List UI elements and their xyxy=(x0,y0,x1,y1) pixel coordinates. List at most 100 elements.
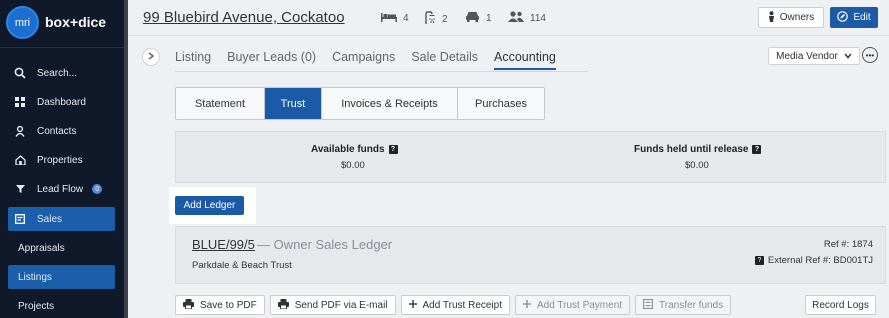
property-address[interactable]: 99 Bluebird Avenue, Cockatoo xyxy=(143,9,345,26)
search-icon xyxy=(13,66,27,80)
sidebar-item-label: Search... xyxy=(37,67,78,79)
ledger-external-ref: ? External Ref #: BD001TJ xyxy=(754,255,873,266)
tabs-underline xyxy=(175,71,588,72)
add-trust-payment-button[interactable]: Add Trust Payment xyxy=(515,295,631,315)
plus-icon xyxy=(523,299,531,311)
sidebar-item-label: Contacts xyxy=(37,125,77,137)
chevron-down-icon xyxy=(844,51,852,62)
accounting-subtabs: Statement Trust Invoices & Receipts Purc… xyxy=(175,87,545,120)
add-trust-receipt-label: Add Trust Receipt xyxy=(422,299,502,311)
owners-button[interactable]: Owners xyxy=(758,7,824,28)
sidebar-item-label: Listings xyxy=(18,271,52,283)
vendor-select-value: Media Vendor xyxy=(776,50,838,62)
person-icon xyxy=(13,124,27,138)
sidebar-item-label: Sales xyxy=(37,213,63,225)
external-ref-text: External Ref #: BD001TJ xyxy=(767,255,873,266)
bathrooms-count: 2 xyxy=(442,13,448,25)
expand-panel-button[interactable] xyxy=(142,48,160,66)
main-content: 99 Bluebird Avenue, Cockatoo 4 2 1 114 O… xyxy=(128,0,889,318)
help-icon[interactable]: ? xyxy=(388,145,398,154)
subtab-statement[interactable]: Statement xyxy=(176,88,265,119)
parking-count: 1 xyxy=(486,12,492,24)
bedrooms-feature: 4 xyxy=(381,11,409,25)
parking-feature: 1 xyxy=(465,11,492,25)
edit-icon xyxy=(837,10,849,25)
ledger-trust-name: Parkdale & Beach Trust xyxy=(192,260,292,271)
held-funds-value: $0.00 xyxy=(685,160,709,171)
bedrooms-count: 4 xyxy=(403,12,409,24)
mri-logo[interactable]: mri xyxy=(6,6,39,39)
held-funds-label: Funds held until release ? xyxy=(634,144,762,155)
ledger-type: — Owner Sales Ledger xyxy=(257,237,393,252)
sidebar-divider xyxy=(0,47,124,48)
sidebar-item-lead-flow[interactable]: Lead Flow 0 xyxy=(8,177,115,201)
sidebar-item-sales[interactable]: Sales xyxy=(8,207,115,231)
send-pdf-email-label: Send PDF via E-mail xyxy=(294,299,388,311)
add-trust-payment-label: Add Trust Payment xyxy=(537,299,623,311)
filter-icon xyxy=(13,182,27,196)
edit-button[interactable]: Edit xyxy=(830,7,878,28)
sidebar-item-listings[interactable]: Listings xyxy=(8,265,115,289)
more-options-button[interactable]: ••• xyxy=(862,47,878,63)
sidebar-item-contacts[interactable]: Contacts xyxy=(8,119,115,143)
ledger-code-link[interactable]: BLUE/99/5 xyxy=(192,237,255,252)
ledger-actions: Save to PDF Send PDF via E-mail Add Trus… xyxy=(175,295,732,315)
property-header: 99 Bluebird Avenue, Cockatoo 4 2 1 114 O… xyxy=(128,0,889,36)
transfer-icon xyxy=(643,298,653,312)
subtab-invoices-receipts[interactable]: Invoices & Receipts xyxy=(322,88,458,119)
tab-campaigns[interactable]: Campaigns xyxy=(332,50,395,70)
add-trust-receipt-button[interactable]: Add Trust Receipt xyxy=(400,295,510,315)
add-ledger-button[interactable]: Add Ledger xyxy=(175,196,244,215)
chevron-right-icon xyxy=(148,52,155,62)
sidebar-item-label: Properties xyxy=(37,154,83,166)
subtab-trust[interactable]: Trust xyxy=(265,88,322,119)
owner-icon xyxy=(768,10,775,25)
help-icon[interactable]: ? xyxy=(752,145,762,154)
sidebar-item-label: Lead Flow xyxy=(37,183,84,195)
people-feature: 114 xyxy=(508,11,546,25)
sidebar-item-properties[interactable]: Properties xyxy=(8,148,115,172)
vendor-select[interactable]: Media Vendor xyxy=(768,47,860,65)
record-logs-button[interactable]: Record Logs xyxy=(805,295,876,315)
available-funds-text: Available funds xyxy=(311,144,385,155)
sidebar: mri box+dice Search... Dashboard Contact… xyxy=(0,0,124,318)
people-count: 114 xyxy=(530,12,546,24)
funds-summary: Available funds ? $0.00 Funds held until… xyxy=(175,131,886,183)
printer-icon xyxy=(277,298,289,312)
transfer-funds-button[interactable]: Transfer funds xyxy=(635,295,732,315)
subtab-purchases[interactable]: Purchases xyxy=(458,88,544,119)
people-icon xyxy=(508,11,524,25)
brand-name: box+dice xyxy=(45,14,107,30)
sidebar-item-label: Projects xyxy=(18,300,55,312)
tab-accounting[interactable]: Accounting xyxy=(494,50,556,70)
available-funds-value: $0.00 xyxy=(341,160,365,171)
printer-icon xyxy=(183,298,194,312)
home-icon xyxy=(13,153,27,167)
sidebar-item-appraisals[interactable]: Appraisals xyxy=(8,236,115,260)
transfer-funds-label: Transfer funds xyxy=(659,299,724,311)
sidebar-item-label: Appraisals xyxy=(18,242,65,254)
lead-flow-badge: 0 xyxy=(92,184,103,194)
sidebar-item-search[interactable]: Search... xyxy=(8,61,115,85)
edit-label: Edit xyxy=(853,12,871,23)
sidebar-item-label: Dashboard xyxy=(37,96,86,108)
save-to-pdf-label: Save to PDF xyxy=(200,299,257,311)
tab-sale-details[interactable]: Sale Details xyxy=(411,50,478,70)
ledger-card: BLUE/99/5 — Owner Sales Ledger Parkdale … xyxy=(175,226,886,284)
bed-icon xyxy=(381,11,397,25)
ledger-ref: Ref #: 1874 xyxy=(823,239,873,250)
save-to-pdf-button[interactable]: Save to PDF xyxy=(175,295,265,315)
held-funds-text: Funds held until release xyxy=(634,144,749,155)
sales-icon xyxy=(13,212,27,226)
tab-listing[interactable]: Listing xyxy=(175,50,211,70)
owners-label: Owners xyxy=(779,12,815,23)
tab-buyer-leads[interactable]: Buyer Leads (0) xyxy=(227,50,316,70)
ellipsis-icon: ••• xyxy=(865,50,875,60)
grid-icon xyxy=(13,95,27,109)
sidebar-item-dashboard[interactable]: Dashboard xyxy=(8,90,115,114)
sidebar-item-projects[interactable]: Projects xyxy=(8,294,115,318)
listing-tabs: Listing Buyer Leads (0) Campaigns Sale D… xyxy=(175,50,572,70)
available-funds-label: Available funds ? xyxy=(311,144,398,155)
send-pdf-email-button[interactable]: Send PDF via E-mail xyxy=(269,295,396,315)
help-icon[interactable]: ? xyxy=(754,256,764,265)
